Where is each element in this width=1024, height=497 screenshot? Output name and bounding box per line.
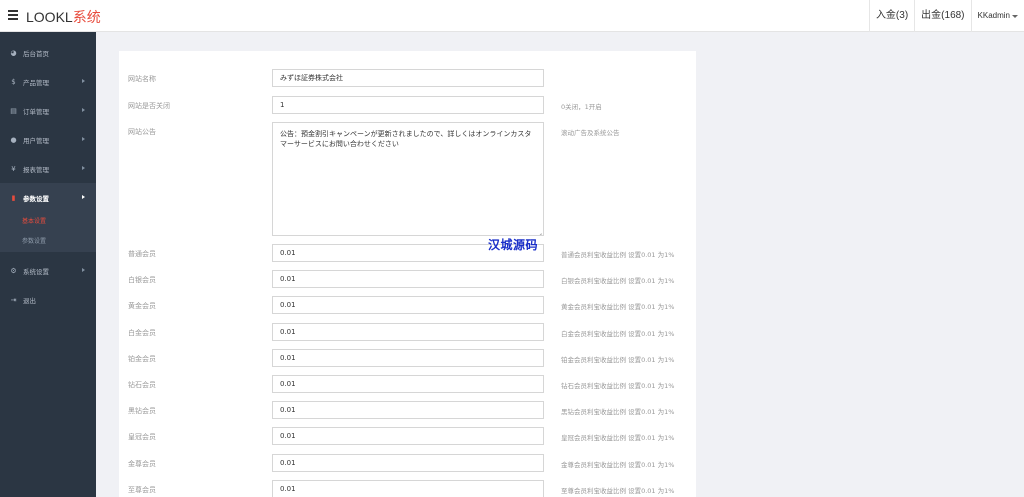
field-label: 皇冠会员 xyxy=(128,433,156,442)
order-icon: ▤ xyxy=(10,106,17,115)
withdraw-link[interactable]: 出金(168) xyxy=(914,0,970,32)
watermark: 汉城源码 xyxy=(488,238,539,252)
member-rate-input[interactable]: 0.01 xyxy=(272,375,544,393)
member-rate-input[interactable]: 0.01 xyxy=(272,427,544,446)
sidebar-item-label: 用户管理 xyxy=(23,136,49,145)
field-label: 网站是否关闭 xyxy=(128,102,170,110)
yen-icon: $ xyxy=(11,77,16,86)
sidebar-item-label: 产品管理 xyxy=(23,78,49,87)
chevron-right-icon xyxy=(82,195,85,199)
file-icon: ▮ xyxy=(11,193,16,202)
field-hint: 普通会员利宝收益比例 设置0.01 为1% xyxy=(561,251,675,259)
field-hint: 0关闭，1开启 xyxy=(561,103,602,111)
chevron-right-icon xyxy=(82,166,85,170)
field-label: 黄金会员 xyxy=(128,302,156,311)
field-hint: 白银会员利宝收益比例 设置0.01 为1% xyxy=(561,277,675,286)
member-rate-input[interactable]: 0.01 xyxy=(272,479,544,497)
chevron-down-icon xyxy=(1012,15,1018,18)
chevron-right-icon xyxy=(82,79,85,83)
member-rate-input[interactable]: 0.01 xyxy=(272,348,544,367)
field-label: 金尊会员 xyxy=(128,459,156,468)
logo-main: LOOKL xyxy=(26,9,73,25)
member-rate-input[interactable]: 0.01 xyxy=(272,401,544,420)
user-menu[interactable]: KKadmin xyxy=(970,0,1024,32)
sidebar-item-label: 后台首页 xyxy=(23,49,49,58)
deposit-link[interactable]: 入金(3) xyxy=(868,0,914,32)
cogs-icon: ⚙ xyxy=(10,266,17,275)
field-label: 白金会员 xyxy=(128,328,156,337)
yen-icon: ¥ xyxy=(11,164,16,173)
chevron-right-icon xyxy=(82,268,85,272)
field-label: 黑钻会员 xyxy=(128,407,156,416)
field-label: 铂金会员 xyxy=(128,354,156,363)
notice-text: 公告：預金割引キャンペーンが更新されましたので、詳しくはオンラインカスタマーサー… xyxy=(280,130,532,148)
settings-panel: 网站名称 みずほ証券株式会社 网站是否关闭 1 0关闭，1开启 网站公告 公告：… xyxy=(119,51,696,497)
user-icon: ● xyxy=(10,135,17,144)
field-label: 钻石会员 xyxy=(128,381,156,389)
notice-textarea[interactable]: 公告：預金割引キャンペーンが更新されましたので、詳しくはオンラインカスタマーサー… xyxy=(272,122,544,236)
site-name-input[interactable]: みずほ証券株式会社 xyxy=(272,69,544,87)
field-hint: 金尊会员利宝收益比例 设置0.01 为1% xyxy=(561,460,675,469)
member-rate-input[interactable]: 0.01 xyxy=(272,270,544,289)
sidebar-item-params[interactable]: ▮ 参数设置 xyxy=(0,183,96,212)
top-bar: LOOKL系统 入金(3) 出金(168) KKadmin xyxy=(0,0,1024,32)
logo-accent: 系统 xyxy=(72,9,101,25)
chevron-right-icon xyxy=(82,108,85,112)
sidebar-item-label: 系统设置 xyxy=(23,267,49,276)
chevron-right-icon xyxy=(82,137,85,141)
field-hint: 黑钻会员利宝收益比例 设置0.01 为1% xyxy=(561,408,675,417)
user-name: KKadmin xyxy=(977,11,1010,20)
site-closed-input[interactable]: 1 xyxy=(272,96,544,114)
sidebar-item-system[interactable]: ⚙ 系统设置 xyxy=(0,256,96,285)
menu-toggle-icon[interactable] xyxy=(8,10,18,20)
field-hint: 白金会员利宝收益比例 设置0.01 为1% xyxy=(561,329,675,338)
field-hint: 铂金会员利宝收益比例 设置0.01 为1% xyxy=(561,355,675,364)
field-label: 普通会员 xyxy=(128,250,156,258)
sidebar-item-reports[interactable]: ¥ 报表管理 xyxy=(0,154,96,183)
field-label: 至尊会员 xyxy=(128,485,156,494)
sidebar: ◕ 后台首页 $ 产品管理 ▤ 订单管理 ● 用户管理 ¥ 报表管理 ▮ 参数设置 基本设置… xyxy=(0,32,96,497)
sidebar-item-orders[interactable]: ▤ 订单管理 xyxy=(0,96,96,125)
sidebar-item-logout[interactable]: ⇥ 退出 xyxy=(0,285,96,314)
member-rate-input[interactable]: 0.01 xyxy=(272,453,544,472)
sidebar-subitem-basic[interactable]: 基本设置 xyxy=(0,212,96,232)
sidebar-item-label: 参数设置 xyxy=(23,194,49,203)
sidebar-item-label: 退出 xyxy=(23,296,36,305)
sidebar-item-label: 订单管理 xyxy=(23,107,49,116)
field-hint: 滚动广告及系统公告 xyxy=(561,129,620,137)
resize-handle-icon[interactable] xyxy=(536,228,542,234)
sidebar-item-label: 报表管理 xyxy=(23,165,49,174)
sidebar-item-products[interactable]: $ 产品管理 xyxy=(0,67,96,96)
field-hint: 钻石会员利宝收益比例 设置0.01 为1% xyxy=(561,382,675,390)
field-hint: 皇冠会员利宝收益比例 设置0.01 为1% xyxy=(561,434,675,443)
logout-icon: ⇥ xyxy=(10,295,17,304)
field-label: 网站名称 xyxy=(128,75,156,83)
dashboard-icon: ◕ xyxy=(10,48,17,57)
field-label: 白银会员 xyxy=(128,276,156,285)
member-rate-input[interactable]: 0.01 xyxy=(272,322,544,341)
top-nav: 入金(3) 出金(168) KKadmin xyxy=(868,0,1024,32)
member-rate-input[interactable]: 0.01 xyxy=(272,296,544,315)
sidebar-item-users[interactable]: ● 用户管理 xyxy=(0,125,96,154)
field-label: 网站公告 xyxy=(128,128,156,136)
sidebar-item-dashboard[interactable]: ◕ 后台首页 xyxy=(0,38,96,67)
sidebar-subitem-params[interactable]: 参数设置 xyxy=(0,232,96,252)
field-hint: 至尊会员利宝收益比例 设置0.01 为1% xyxy=(561,486,675,495)
app-logo[interactable]: LOOKL系统 xyxy=(26,7,101,27)
field-hint: 黄金会员利宝收益比例 设置0.01 为1% xyxy=(561,303,675,312)
